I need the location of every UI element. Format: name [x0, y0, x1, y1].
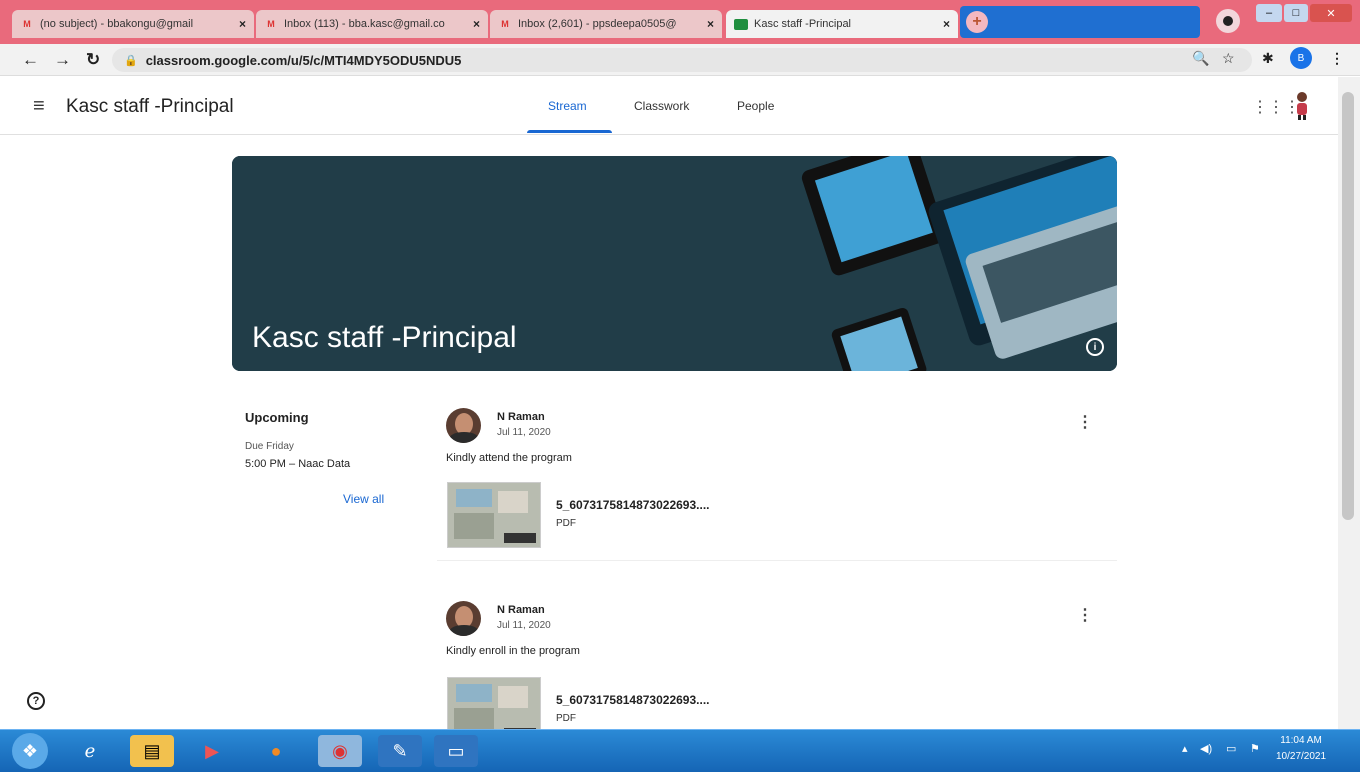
windows-taskbar: ❖ ℯ ▤ ▶ ● ◉ ✎ ▭ ▴ ◀) ▭ ⚑ 11:04 AM 10/27/…	[0, 729, 1360, 772]
media-player-icon[interactable]: ▶	[190, 735, 234, 767]
classroom-icon	[734, 18, 748, 30]
attachment-card[interactable]: 5_6073175814873022693.... PDF	[446, 482, 1116, 548]
close-window-icon[interactable]: ✕	[1310, 4, 1352, 22]
start-button[interactable]: ❖	[12, 733, 48, 769]
attachment-name: 5_6073175814873022693....	[556, 498, 710, 512]
attachment-card[interactable]: 5_6073175814873022693.... PDF	[446, 677, 1116, 729]
pdf-thumbnail	[447, 482, 541, 548]
address-bar[interactable]: 🔒 classroom.google.com/u/5/c/MTI4MDY5ODU…	[112, 48, 1252, 72]
browser-toolbar: ← → ↻ 🔒 classroom.google.com/u/5/c/MTI4M…	[0, 44, 1360, 76]
lock-icon: 🔒	[124, 54, 138, 67]
stream-post: N Raman Jul 11, 2020 ⋮ Kindly attend the…	[437, 405, 1117, 555]
post-date: Jul 11, 2020	[497, 620, 551, 631]
gmail-icon: M	[23, 19, 31, 29]
active-tab-indicator	[527, 130, 612, 133]
back-icon[interactable]: ←	[22, 50, 39, 70]
gmail-icon: M	[501, 19, 509, 29]
more-options-icon[interactable]: ⋮	[1077, 605, 1093, 625]
new-tab-button[interactable]: +	[966, 11, 988, 33]
scrollbar-thumb[interactable]	[1342, 92, 1354, 520]
close-tab-icon[interactable]: ×	[943, 17, 950, 31]
help-icon[interactable]: ?	[27, 692, 45, 710]
tab-people[interactable]: People	[737, 99, 774, 113]
attachment-type: PDF	[556, 518, 576, 529]
author-avatar	[446, 408, 481, 443]
internet-explorer-icon[interactable]: ℯ	[68, 735, 112, 767]
folder-icon[interactable]: ▭	[434, 735, 478, 767]
browser-tab-1[interactable]: M (no subject) - bbakongu@gmail ×	[12, 10, 254, 38]
url-text: classroom.google.com/u/5/c/MTI4MDY5ODU5N…	[145, 52, 462, 68]
clock-date: 10/27/2021	[1276, 751, 1327, 762]
notes-app-icon[interactable]: ✎	[378, 735, 422, 767]
extensions-icon[interactable]: ✱	[1262, 50, 1274, 67]
due-label: Due Friday	[245, 441, 294, 452]
apps-grid-icon[interactable]: ⋮⋮⋮	[1252, 97, 1300, 117]
stream-post: N Raman Jul 11, 2020 ⋮ Kindly enroll in …	[437, 598, 1117, 729]
attachment-type: PDF	[556, 713, 576, 724]
account-avatar[interactable]	[1294, 91, 1310, 121]
post-text: Kindly enroll in the program	[446, 645, 580, 657]
browser-tab-3[interactable]: M Inbox (2,601) - ppsdeepa0505@ ×	[490, 10, 722, 38]
flag-icon[interactable]: ⚑	[1250, 742, 1260, 755]
classroom-header: ≡ Kasc staff -Principal Stream Classwork…	[0, 77, 1338, 135]
tab-stream[interactable]: Stream	[548, 99, 587, 113]
browser-menu-icon[interactable]: ⋮	[1330, 50, 1344, 67]
close-tab-icon[interactable]: ×	[473, 17, 480, 31]
close-tab-icon[interactable]: ×	[707, 17, 714, 31]
more-options-icon[interactable]: ⋮	[1077, 412, 1093, 432]
attachment-name: 5_6073175814873022693....	[556, 693, 710, 707]
post-text: Kindly attend the program	[446, 452, 572, 464]
chrome-icon[interactable]: ◉	[318, 735, 362, 767]
author-avatar	[446, 601, 481, 636]
pdf-thumbnail	[447, 677, 541, 729]
post-date: Jul 11, 2020	[497, 427, 551, 438]
browser-tab-2[interactable]: M Inbox (113) - bba.kasc@gmail.co ×	[256, 10, 488, 38]
class-title[interactable]: Kasc staff -Principal	[66, 96, 234, 118]
upcoming-card: Upcoming Due Friday 5:00 PM – Naac Data …	[245, 410, 395, 506]
file-explorer-icon[interactable]: ▤	[130, 735, 174, 767]
tab-classwork[interactable]: Classwork	[634, 99, 689, 113]
system-clock[interactable]: 11:04 AM 10/27/2021	[1276, 733, 1326, 765]
close-tab-icon[interactable]: ×	[239, 17, 246, 31]
tray-arrow-icon[interactable]: ▴	[1182, 742, 1188, 755]
maximize-icon[interactable]: □	[1284, 4, 1308, 22]
banner-title: Kasc staff -Principal	[252, 321, 517, 354]
bookmark-star-icon[interactable]: ☆	[1222, 50, 1235, 67]
reload-icon[interactable]: ↻	[86, 50, 100, 70]
tab-strip-background	[960, 6, 1200, 38]
volume-icon[interactable]: ◀)	[1200, 742, 1212, 755]
class-banner: Kasc staff -Principal i	[232, 156, 1117, 371]
post-divider	[437, 560, 1117, 561]
zoom-icon[interactable]: 🔍	[1192, 50, 1209, 67]
minimize-icon[interactable]: –	[1256, 4, 1282, 22]
post-author: N Raman	[497, 411, 545, 423]
clock-time: 11:04 AM	[1280, 735, 1322, 746]
record-icon[interactable]	[1216, 9, 1240, 33]
tab-label: Inbox (2,601) - ppsdeepa0505@	[518, 18, 677, 30]
network-icon[interactable]: ▭	[1226, 742, 1236, 755]
profile-avatar[interactable]: B	[1290, 47, 1312, 69]
upcoming-heading: Upcoming	[245, 410, 309, 425]
tab-label: Inbox (113) - bba.kasc@gmail.co	[284, 18, 445, 30]
tab-label: (no subject) - bbakongu@gmail	[40, 18, 194, 30]
upcoming-item[interactable]: 5:00 PM – Naac Data	[245, 458, 395, 470]
firefox-icon[interactable]: ●	[254, 735, 298, 767]
browser-tab-4[interactable]: Kasc staff -Principal ×	[726, 10, 958, 38]
forward-icon[interactable]: →	[54, 50, 71, 70]
post-author: N Raman	[497, 604, 545, 616]
browser-tab-strip: M (no subject) - bbakongu@gmail × M Inbo…	[0, 0, 1360, 44]
view-all-link[interactable]: View all	[343, 492, 384, 506]
gmail-icon: M	[267, 19, 275, 29]
menu-icon[interactable]: ≡	[33, 95, 45, 118]
tab-label: Kasc staff -Principal	[754, 18, 852, 30]
info-icon[interactable]: i	[1086, 338, 1104, 356]
